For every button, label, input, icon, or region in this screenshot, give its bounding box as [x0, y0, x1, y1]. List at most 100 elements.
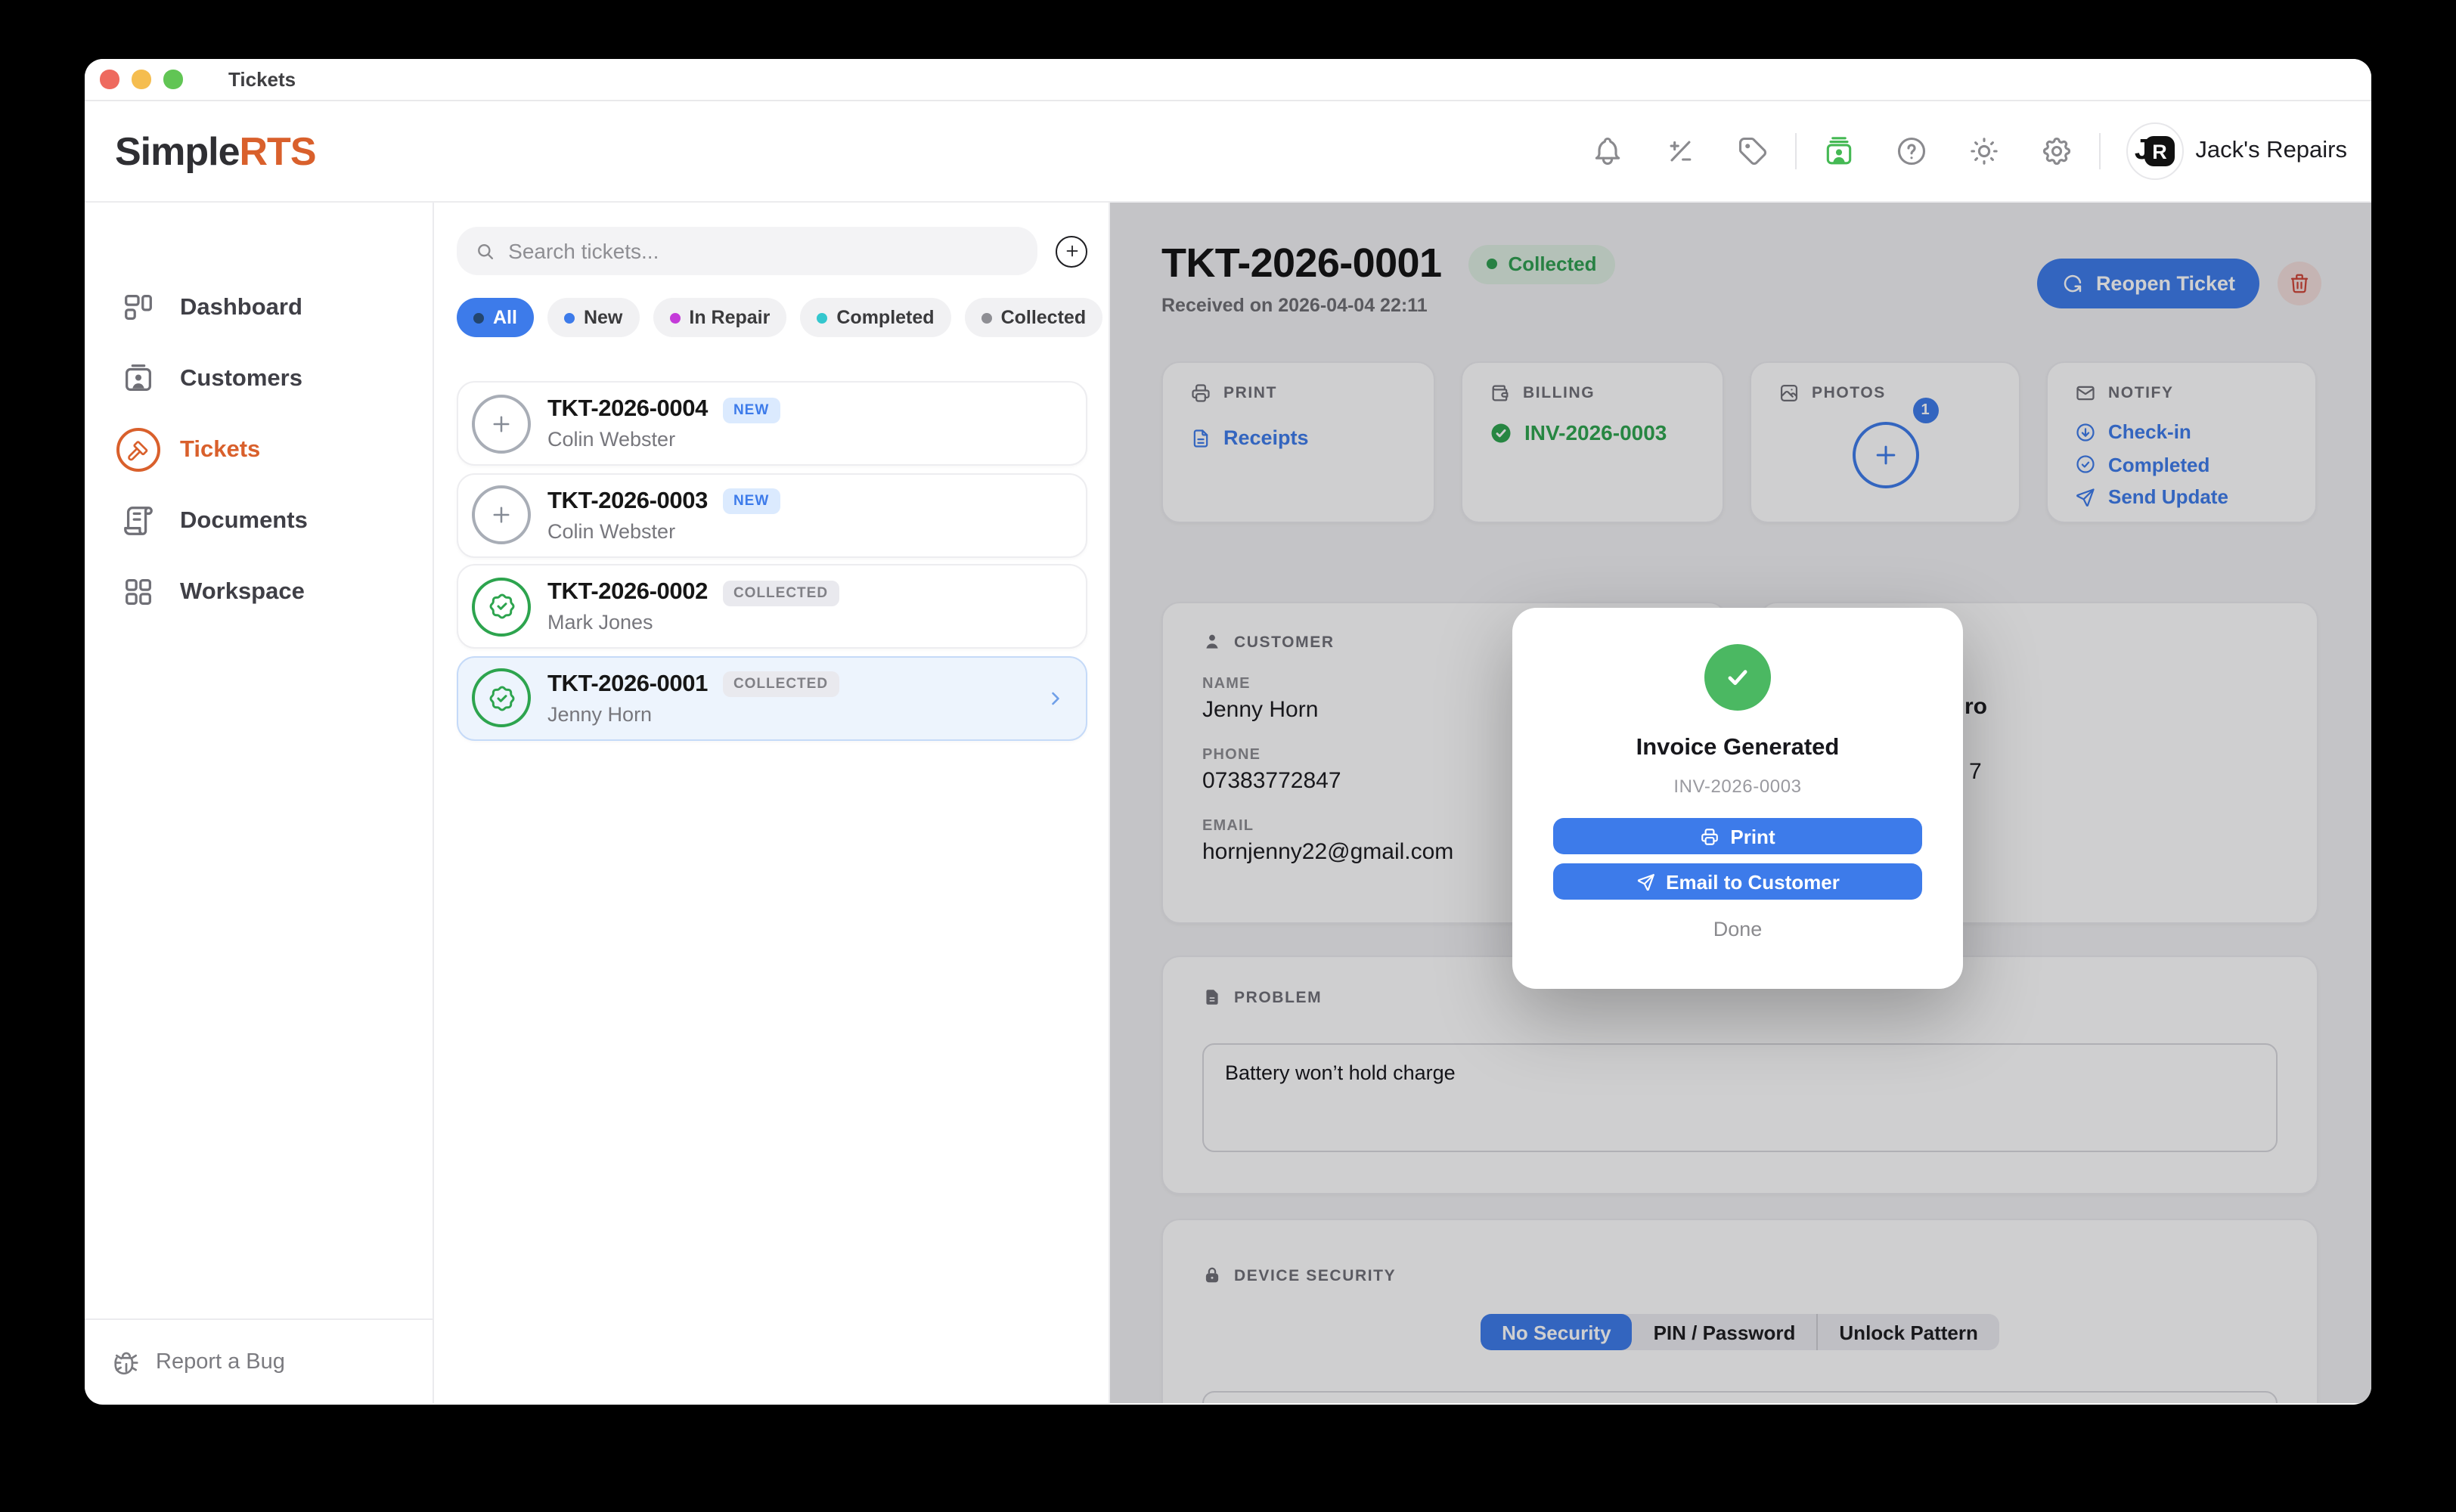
ticket-id: TKT-2026-0001 [547, 671, 708, 698]
ticket-row[interactable]: TKT-2026-0002 COLLECTED Mark Jones [457, 564, 1087, 649]
plus-circle-icon [472, 394, 531, 453]
seal-check-icon [472, 668, 531, 727]
main-layout: Dashboard Customers Tickets [85, 203, 2371, 1403]
search-input[interactable] [508, 239, 1019, 263]
sidebar-item-documents[interactable]: Documents [85, 485, 433, 556]
plus-minus-icon[interactable] [1663, 135, 1696, 168]
documents-icon [115, 498, 160, 544]
send-icon [1636, 872, 1655, 891]
tag-icon[interactable] [1735, 135, 1769, 168]
zoom-window-icon[interactable] [163, 70, 182, 89]
ticket-row[interactable]: TKT-2026-0003 NEW Colin Webster [457, 472, 1087, 557]
sidebar-item-dashboard[interactable]: Dashboard [85, 272, 433, 343]
ticket-row[interactable]: TKT-2026-0004 NEW Colin Webster [457, 381, 1087, 466]
ticket-list-panel: All New In Repair Completed Collected TK… [434, 203, 1110, 1403]
gear-icon[interactable] [2039, 135, 2073, 168]
filter-pills: All New In Repair Completed Collected [457, 298, 1087, 337]
report-bug-button[interactable]: Report a Bug [85, 1318, 433, 1403]
add-ticket-button[interactable] [1056, 235, 1087, 267]
header-divider [2098, 133, 2100, 169]
filter-label: Collected [1001, 307, 1087, 328]
ticket-customer: Colin Webster [547, 519, 780, 542]
status-badge: COLLECTED [723, 671, 839, 697]
window-titlebar: Tickets [85, 59, 2371, 101]
contact-card-icon[interactable] [1822, 135, 1855, 168]
ticket-id: TKT-2026-0002 [547, 579, 708, 606]
modal-print-label: Print [1730, 825, 1775, 847]
sidebar-item-workspace[interactable]: Workspace [85, 556, 433, 627]
status-badge: NEW [723, 488, 780, 514]
plus-icon [1062, 242, 1081, 260]
sidebar-item-label: Documents [180, 507, 308, 534]
account-name[interactable]: Jack's Repairs [2195, 138, 2347, 165]
ticket-id: TKT-2026-0003 [547, 488, 708, 515]
success-check-icon [1704, 644, 1771, 711]
window-title: Tickets [228, 68, 296, 91]
filter-in-repair[interactable]: In Repair [653, 298, 786, 337]
account-avatar[interactable]: J R [2126, 122, 2183, 180]
report-bug-label: Report a Bug [156, 1349, 285, 1374]
sidebar-item-label: Dashboard [180, 294, 302, 321]
modal-title: Invoice Generated [1512, 735, 1963, 762]
plus-circle-icon [472, 485, 531, 544]
logo-primary: Simple [115, 128, 240, 173]
chevron-right-icon [1045, 687, 1066, 708]
sidebar-item-label: Customers [180, 365, 302, 392]
filter-dot [981, 312, 992, 323]
modal-email-button[interactable]: Email to Customer [1553, 863, 1922, 900]
modal-invoice-number: INV-2026-0003 [1512, 776, 1963, 797]
sidebar: Dashboard Customers Tickets [85, 203, 434, 1403]
close-window-icon[interactable] [100, 70, 119, 89]
status-badge: COLLECTED [723, 580, 839, 606]
header-icon-bar: J R Jack's Repairs [1590, 122, 2347, 180]
filter-label: New [584, 307, 622, 328]
filter-new[interactable]: New [547, 298, 639, 337]
sidebar-item-customers[interactable]: Customers [85, 343, 433, 414]
tickets-hammer-icon [115, 427, 160, 472]
ticket-customer: Jenny Horn [547, 702, 839, 725]
header-divider [1794, 133, 1796, 169]
sidebar-item-label: Workspace [180, 578, 305, 606]
filter-dot [473, 312, 484, 323]
dashboard-icon [115, 285, 160, 330]
filter-label: In Repair [689, 307, 770, 328]
filter-all[interactable]: All [457, 298, 534, 337]
ticket-customer: Colin Webster [547, 428, 780, 451]
ticket-id: TKT-2026-0004 [547, 396, 708, 423]
seal-check-icon [472, 577, 531, 636]
sidebar-item-label: Tickets [180, 436, 260, 463]
logo-accent: RTS [240, 128, 316, 173]
modal-email-label: Email to Customer [1666, 870, 1840, 893]
filter-dot [669, 312, 680, 323]
ticket-row-selected[interactable]: TKT-2026-0001 COLLECTED Jenny Horn [457, 655, 1087, 740]
app-logo: SimpleRTS [115, 128, 316, 175]
help-icon[interactable] [1894, 135, 1927, 168]
workspace-icon [115, 569, 160, 615]
ticket-customer: Mark Jones [547, 611, 839, 634]
ticket-detail-panel: TKT-2026-0001 Collected Received on 2026… [1110, 203, 2371, 1403]
filter-label: All [493, 307, 517, 328]
bug-icon [112, 1347, 141, 1376]
search-box[interactable] [457, 227, 1037, 275]
minimize-window-icon[interactable] [132, 70, 150, 89]
bell-icon[interactable] [1590, 135, 1623, 168]
avatar-letter-r: R [2144, 136, 2175, 166]
desktop-background: Tickets SimpleRTS [0, 0, 2456, 1512]
sidebar-item-tickets[interactable]: Tickets [85, 414, 433, 485]
filter-collected[interactable]: Collected [965, 298, 1103, 337]
modal-print-button[interactable]: Print [1553, 818, 1922, 854]
search-icon [475, 240, 496, 262]
invoice-generated-modal: Invoice Generated INV-2026-0003 Print Em… [1512, 608, 1963, 989]
status-badge: NEW [723, 397, 780, 423]
theme-sun-icon[interactable] [1967, 135, 2000, 168]
app-window: Tickets SimpleRTS [85, 59, 2371, 1405]
printer-icon [1700, 826, 1720, 846]
filter-completed[interactable]: Completed [800, 298, 950, 337]
search-row [457, 227, 1087, 275]
filter-dot [564, 312, 575, 323]
filter-dot [817, 312, 827, 323]
filter-label: Completed [836, 307, 934, 328]
modal-done-button[interactable]: Done [1713, 918, 1763, 940]
customers-icon [115, 356, 160, 401]
app-header: SimpleRTS [85, 101, 2371, 203]
